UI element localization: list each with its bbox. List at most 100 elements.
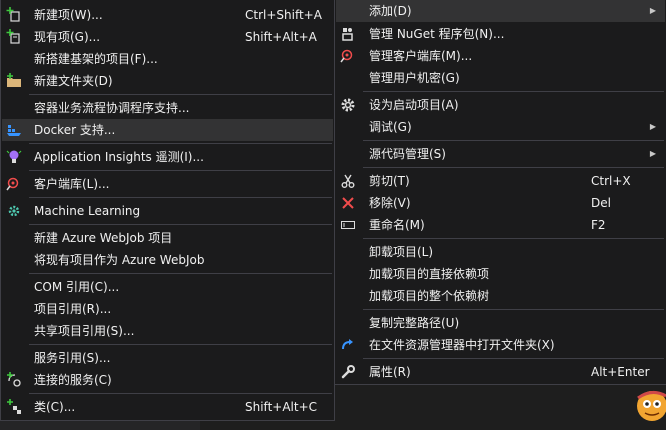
menu-item-new-scaffolded-item[interactable]: 新搭建基架的项目(F)... [2,48,333,70]
menu-item-open-in-explorer[interactable]: 在文件资源管理器中打开文件夹(X) [336,334,665,356]
menu-item-add[interactable]: 添加(D) ▶ [336,0,665,22]
menu-item-copy-full-path[interactable]: 复制完整路径(U) [336,312,665,334]
refresh-arrow-icon [340,337,356,353]
menu-item-machine-learning[interactable]: Machine Learning [2,200,333,222]
menu-item-label: 连接的服务(C) [34,373,112,387]
rename-icon [340,217,356,233]
menu-separator [29,224,332,225]
menu-item-new-folder[interactable]: 新建文件夹(D) [2,70,333,92]
menu-item-manage-user-secrets[interactable]: 管理用户机密(G) [336,67,665,89]
project-context-menu: 添加(D) ▶ 管理 NuGet 程序包(N)... 管理客户端库(M)... … [334,0,666,385]
new-item-icon [6,7,22,23]
menu-item-label: 复制完整路径(U) [369,316,460,330]
wrench-icon [340,364,356,380]
folder-icon [6,73,22,89]
menu-item-label: 加载项目的整个依赖树 [369,289,490,303]
menu-item-label: 调试(G) [369,120,412,134]
menu-separator [363,91,664,92]
menu-item-load-direct-dependencies[interactable]: 加载项目的直接依赖项 [336,263,665,285]
menu-item-label: 项目引用(R)... [34,302,112,316]
menu-item-cut[interactable]: 剪切(T) Ctrl+X [336,170,665,192]
menu-item-docker-support[interactable]: Docker 支持... [2,119,333,141]
menu-item-source-control[interactable]: 源代码管理(S) ▶ [336,143,665,165]
menu-item-label: 设为启动项目(A) [369,98,459,112]
menu-separator [363,309,664,310]
menu-item-debug[interactable]: 调试(G) ▶ [336,116,665,138]
menu-item-label: 新搭建基架的项目(F)... [34,52,158,66]
gear-icon [340,97,356,113]
menu-item-manage-client-libraries[interactable]: 管理客户端库(M)... [336,45,665,67]
menu-item-label: 客户端库(L)... [34,177,110,191]
menu-item-label: Docker 支持... [34,123,116,137]
menu-item-shortcut: Shift+Alt+A [245,30,317,44]
existing-item-icon [6,29,22,45]
menu-item-unload-project[interactable]: 卸载项目(L) [336,241,665,263]
menu-item-label: 新建 Azure WebJob 项目 [34,231,173,245]
menu-item-shortcut: Del [591,196,611,210]
menu-item-project-reference[interactable]: 项目引用(R)... [2,298,333,320]
menu-item-shortcut: F2 [591,218,606,232]
menu-item-label: COM 引用(C)... [34,280,120,294]
submenu-arrow-icon: ▶ [649,122,656,131]
menu-item-label: 管理用户机密(G) [369,71,460,85]
submenu-arrow-icon: ▶ [649,149,656,158]
menu-separator [29,170,332,171]
menu-item-manage-nuget[interactable]: 管理 NuGet 程序包(N)... [336,23,665,45]
menu-item-service-reference[interactable]: 服务引用(S)... [2,347,333,369]
menu-item-label: Application Insights 遥测(I)... [34,150,204,164]
menu-item-shortcut: Shift+Alt+C [245,400,318,414]
menu-item-client-library[interactable]: 客户端库(L)... [2,173,333,195]
menu-item-label: 类(C)... [34,400,76,414]
machine-learning-icon [6,203,22,219]
menu-separator [29,393,332,394]
menu-item-existing-as-webjob[interactable]: 将现有项目作为 Azure WebJob [2,249,333,271]
menu-item-application-insights[interactable]: Application Insights 遥测(I)... [2,146,333,168]
menu-item-label: 将现有项目作为 Azure WebJob [34,253,205,267]
class-icon [6,399,22,415]
menu-item-new-azure-webjob[interactable]: 新建 Azure WebJob 项目 [2,227,333,249]
menu-item-label: 卸载项目(L) [369,245,434,259]
menu-item-label: 添加(D) [369,4,412,18]
menu-item-label: 剪切(T) [369,174,410,188]
menu-item-label: 服务引用(S)... [34,351,111,365]
add-submenu: 新建项(W)... Ctrl+Shift+A 现有项(G)... Shift+A… [0,0,335,421]
menu-item-label: 在文件资源管理器中打开文件夹(X) [369,338,555,352]
mascot-avatar [632,384,666,424]
menu-separator [29,197,332,198]
menu-item-set-startup[interactable]: 设为启动项目(A) [336,94,665,116]
menu-item-new-item[interactable]: 新建项(W)... Ctrl+Shift+A [2,4,333,26]
menu-item-load-dependency-tree[interactable]: 加载项目的整个依赖树 [336,285,665,307]
menu-separator [363,358,664,359]
menu-item-properties[interactable]: 属性(R) Alt+Enter [336,361,665,383]
connected-service-icon [6,372,22,388]
menu-item-shortcut: Ctrl+Shift+A [245,8,322,22]
menu-item-class[interactable]: 类(C)... Shift+Alt+C [2,396,333,418]
menu-item-connected-service[interactable]: 连接的服务(C) [2,369,333,391]
menu-separator [29,344,332,345]
submenu-arrow-icon: ▶ [649,6,656,15]
menu-item-label: 源代码管理(S) [369,147,446,161]
background-strip [0,421,200,430]
menu-item-label: Machine Learning [34,204,141,218]
menu-item-shared-project-reference[interactable]: 共享项目引用(S)... [2,320,333,342]
menu-separator [29,143,332,144]
menu-item-label: 新建文件夹(D) [34,74,113,88]
menu-item-label: 管理客户端库(M)... [369,49,473,63]
client-library-icon [340,48,356,64]
menu-separator [363,167,664,168]
menu-separator [363,140,664,141]
menu-item-label: 属性(R) [369,365,411,379]
menu-separator [29,273,332,274]
menu-item-rename[interactable]: 重命名(M) F2 [336,214,665,236]
menu-item-existing-item[interactable]: 现有项(G)... Shift+Alt+A [2,26,333,48]
menu-separator [363,238,664,239]
nuget-icon [340,26,356,42]
menu-item-com-reference[interactable]: COM 引用(C)... [2,276,333,298]
menu-item-shortcut: Ctrl+X [591,174,631,188]
menu-item-label: 现有项(G)... [34,30,101,44]
menu-item-label: 新建项(W)... [34,8,103,22]
menu-item-container-orchestration[interactable]: 容器业务流程协调程序支持... [2,97,333,119]
menu-item-remove[interactable]: 移除(V) Del [336,192,665,214]
menu-item-label: 容器业务流程协调程序支持... [34,101,190,115]
menu-item-label: 重命名(M) [369,218,425,232]
